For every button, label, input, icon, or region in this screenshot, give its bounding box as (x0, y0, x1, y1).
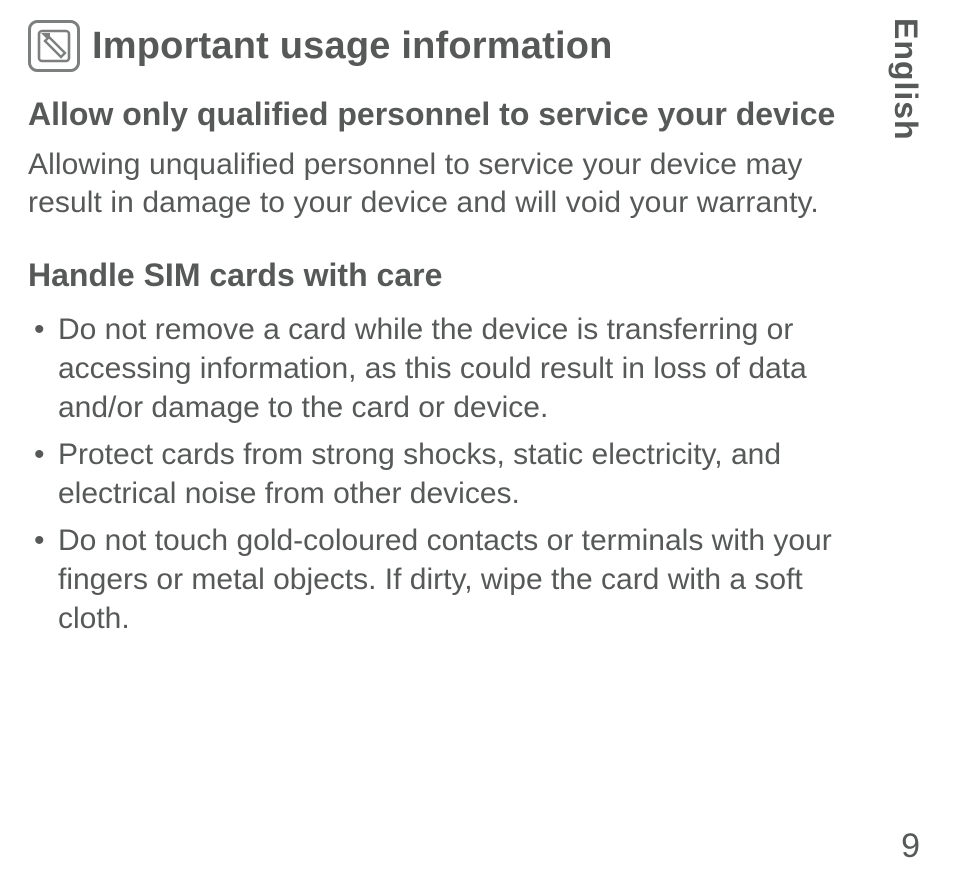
list-item: Do not remove a card while the device is… (28, 310, 860, 427)
list-item: Do not touch gold-coloured contacts or t… (28, 521, 860, 638)
section2-bullets: Do not remove a card while the device is… (28, 310, 860, 638)
manual-page: English Important usage information Allo… (0, 0, 960, 888)
page-title: Important usage information (92, 25, 613, 68)
section2-heading: Handle SIM cards with care (28, 257, 860, 294)
section1-heading: Allow only qualified personnel to servic… (28, 94, 860, 134)
page-number: 9 (901, 827, 920, 866)
section1-paragraph: Allowing unqualified personnel to servic… (28, 146, 860, 223)
header-row: Important usage information (28, 20, 860, 72)
list-item: Protect cards from strong shocks, static… (28, 435, 860, 513)
language-tab: English (887, 18, 924, 141)
note-icon (28, 20, 80, 72)
